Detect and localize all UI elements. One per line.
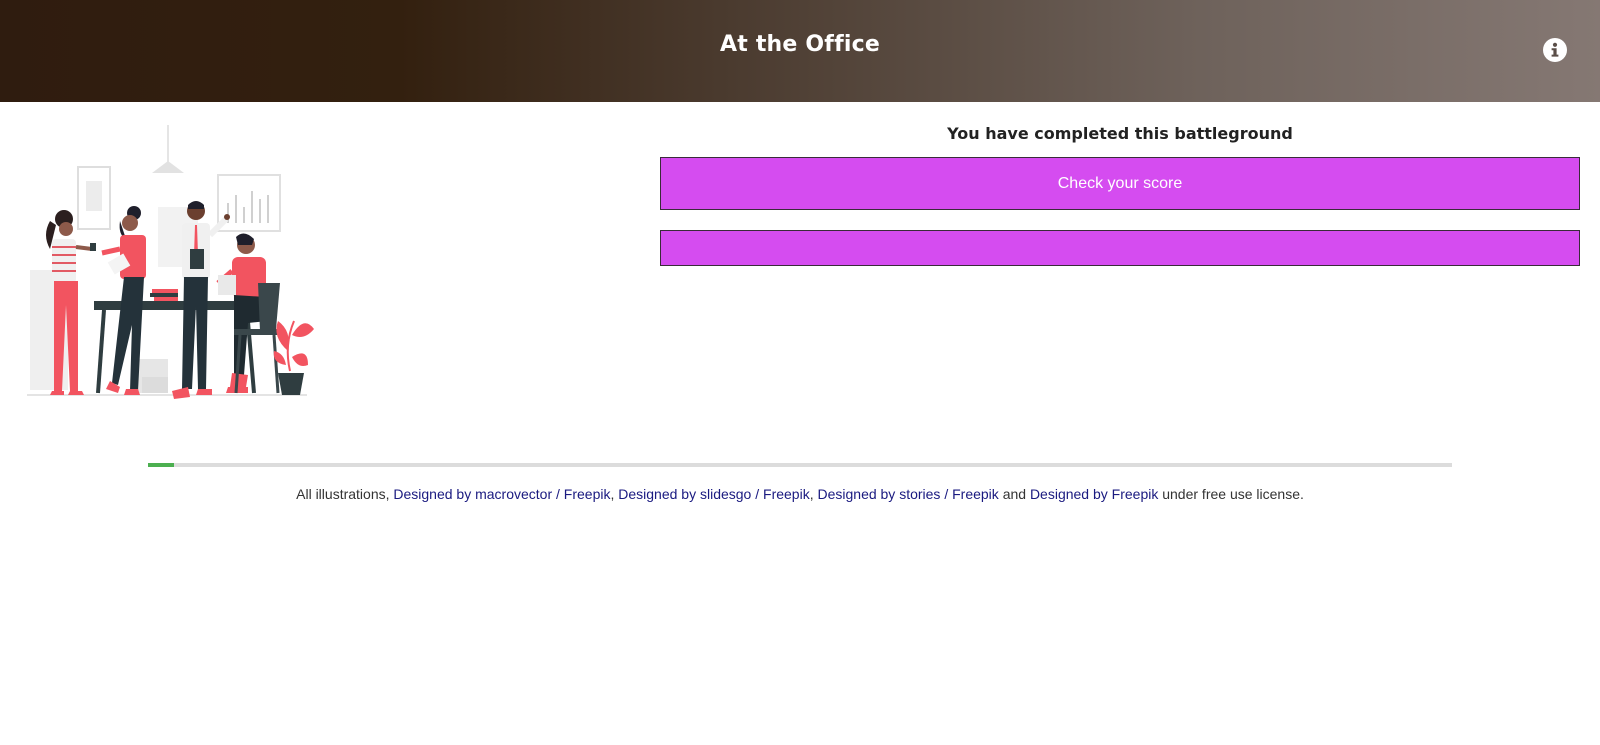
progress-fill (148, 463, 175, 467)
completion-message: You have completed this battleground (947, 124, 1293, 143)
credit-link-stories[interactable]: Designed by stories / Freepik (817, 486, 998, 502)
info-icon (1551, 42, 1559, 57)
credits-and: and (1002, 486, 1027, 502)
credits-separator: , (809, 486, 814, 502)
credits-separator: , (610, 486, 615, 502)
page-title: At the Office (720, 32, 880, 57)
secondary-button[interactable] (660, 230, 1580, 266)
credit-link-freepik[interactable]: Designed by Freepik (1030, 486, 1158, 502)
header-bar: At the Office (0, 0, 1600, 102)
credits-suffix: under free use license. (1162, 486, 1304, 502)
credit-link-slidesgo[interactable]: Designed by slidesgo / Freepik (618, 486, 809, 502)
credits-footer: All illustrations, Designed by macrovect… (0, 486, 1600, 502)
check-score-button[interactable]: Check your score (660, 157, 1580, 210)
info-button[interactable] (1543, 38, 1567, 62)
credits-prefix: All illustrations, (296, 486, 390, 502)
credit-link-macrovector[interactable]: Designed by macrovector / Freepik (393, 486, 610, 502)
office-illustration (22, 125, 317, 407)
progress-bar (148, 463, 1452, 467)
completion-panel: You have completed this battleground Che… (660, 122, 1580, 266)
